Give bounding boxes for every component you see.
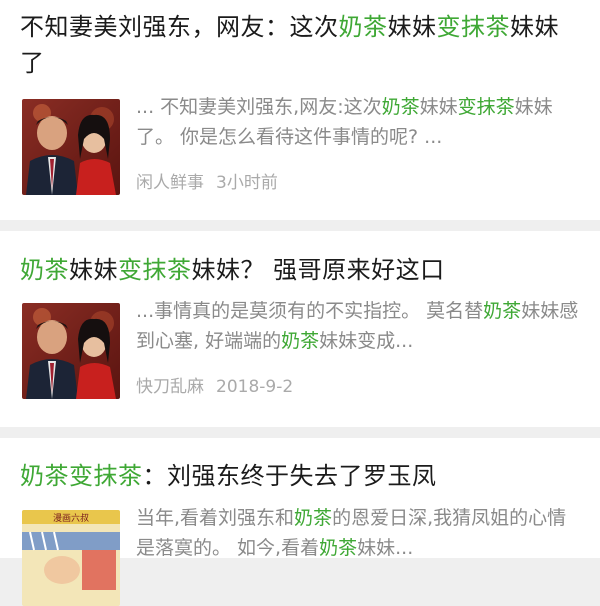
article-card[interactable]: 不知妻美刘强东，网友：这次奶茶妹妹变抹茶妹妹了 ... 不知妻美刘强东,网友:这…: [0, 0, 600, 220]
article-time: 3小时前: [216, 173, 278, 193]
article-source[interactable]: 闲人鲜事: [136, 173, 204, 193]
article-snippet: 当年,看着刘强东和奶茶的恩爱日深,我猜凤姐的心情是落寞的。 如今,看着奶茶妹妹.…: [136, 507, 567, 559]
article-thumbnail[interactable]: [22, 99, 120, 195]
article-title[interactable]: 奶茶变抹茶：刘强东终于失去了罗玉凤: [20, 458, 582, 494]
photo-couple-image: [22, 99, 120, 195]
article-card[interactable]: 奶茶妹妹变抹茶妹妹？ 强哥原来好这口 ...事情真的是莫须有的不实指控。 莫名替…: [0, 231, 600, 427]
article-meta: 快刀乱麻 2018-9-2: [136, 372, 293, 397]
article-snippet: ... 不知妻美刘强东,网友:这次奶茶妹妹变抹茶妹妹了。 你是怎么看待这件事情的…: [136, 96, 553, 148]
article-snippet: ...事情真的是莫须有的不实指控。 莫名替奶茶妹妹感到心塞, 好端端的奶茶妹妹变…: [136, 300, 579, 352]
thumb-caption: 漫画六叔: [53, 512, 89, 524]
article-title[interactable]: 奶茶妹妹变抹茶妹妹？ 强哥原来好这口: [20, 252, 582, 288]
article-time: 2018-9-2: [216, 377, 294, 397]
comic-thumbnail-image: 漫画六叔: [22, 510, 120, 606]
article-title[interactable]: 不知妻美刘强东，网友：这次奶茶妹妹变抹茶妹妹了: [20, 9, 582, 81]
article-card[interactable]: 奶茶变抹茶：刘强东终于失去了罗玉凤 漫画六叔 当年,看着刘强东和奶茶的恩爱日深,…: [0, 438, 600, 606]
article-source[interactable]: 快刀乱麻: [136, 377, 204, 397]
article-thumbnail[interactable]: [22, 303, 120, 399]
article-thumbnail[interactable]: 漫画六叔: [22, 510, 120, 606]
search-results-feed: 不知妻美刘强东，网友：这次奶茶妹妹变抹茶妹妹了 ... 不知妻美刘强东,网友:这…: [0, 0, 600, 606]
article-meta: 闲人鲜事 3小时前: [136, 168, 278, 193]
photo-couple-image: [22, 303, 120, 399]
